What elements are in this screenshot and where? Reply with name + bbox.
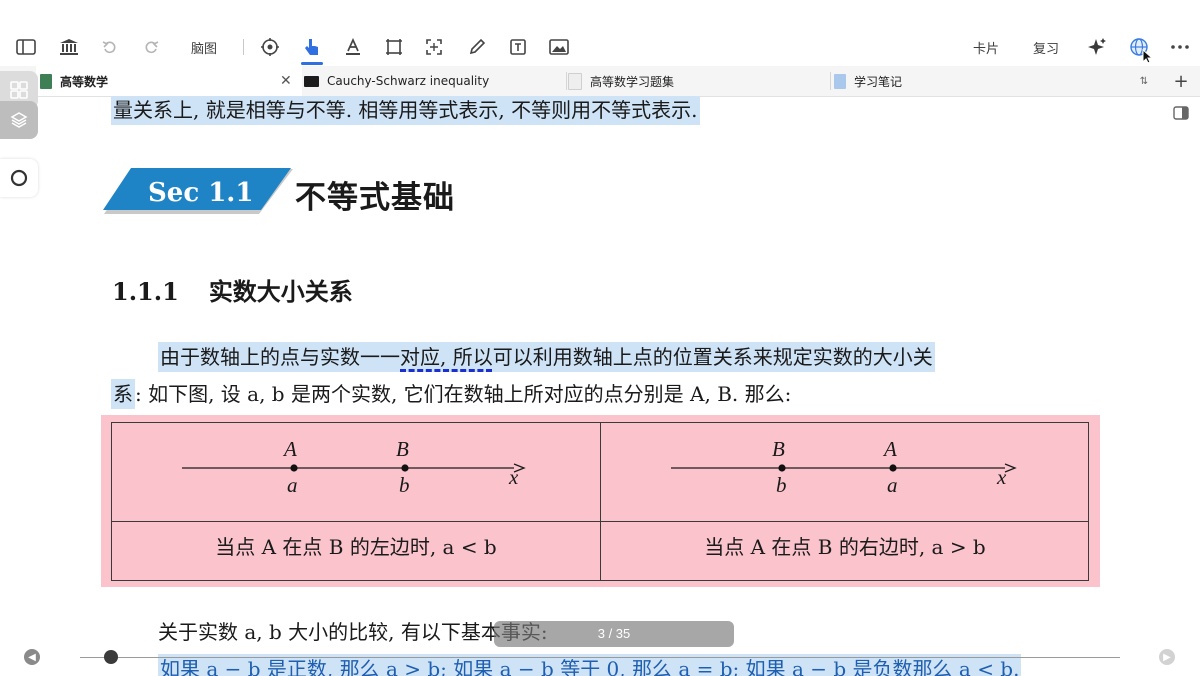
point-label-lower: b xyxy=(776,473,787,497)
redo-icon[interactable] xyxy=(141,34,161,60)
settings-cycle-icon[interactable] xyxy=(258,34,282,60)
tab-bar: 高等数学 ✕ Cauchy-Schwarz inequality 高等数学习题集… xyxy=(0,66,1200,97)
tab-cauchy-schwarz[interactable]: Cauchy-Schwarz inequality xyxy=(304,66,564,96)
number-line-right xyxy=(671,463,1017,473)
tab-notes[interactable]: 学习笔记 xyxy=(834,66,1094,96)
tab-exercises[interactable]: 高等数学习题集 xyxy=(568,66,828,96)
pen-icon[interactable] xyxy=(466,34,488,60)
section-badge: Sec 1.1 xyxy=(148,178,254,208)
tab-label: 高等数学习题集 xyxy=(590,74,675,89)
tab-divider xyxy=(830,72,831,90)
figure-caption-right: 当点 A 在点 B 的右边时, a > b xyxy=(704,535,986,559)
text-box-icon[interactable] xyxy=(507,34,529,60)
side-panel-icon[interactable] xyxy=(1172,104,1190,122)
wavy-underline-annotation[interactable] xyxy=(400,369,492,372)
mindmap-button[interactable]: 脑图 xyxy=(184,34,224,60)
hand-pointer-icon[interactable] xyxy=(299,34,325,65)
sidebar-toggle-icon[interactable] xyxy=(14,34,38,60)
tab-label: Cauchy-Schwarz inequality xyxy=(327,74,490,88)
document-icon xyxy=(834,73,846,89)
toolbar-divider xyxy=(243,39,244,55)
document-icon xyxy=(304,75,319,87)
subsection-title: 实数大小关系 xyxy=(208,278,353,306)
tab-label: 高等数学 xyxy=(60,74,109,89)
paragraph-line-3: 关于实数 a, b 大小的比较, 有以下基本事实: xyxy=(158,620,548,644)
text-highlight-icon[interactable] xyxy=(342,34,364,60)
point-label-upper: B xyxy=(396,437,409,461)
highlighted-text[interactable]: 由于数轴上的点与实数一一对应, 所以可以利用数轴上点的位置关系来规定实数的大小关 xyxy=(158,342,935,372)
document-icon xyxy=(568,72,582,90)
tab-label: 学习笔记 xyxy=(854,74,903,89)
image-icon[interactable] xyxy=(548,34,570,60)
tab-divider xyxy=(566,72,567,90)
highlighted-text[interactable]: 系 xyxy=(111,379,135,409)
point-label-lower: a xyxy=(887,473,898,497)
paragraph-line-1: 由于数轴上的点与实数一一对应, 所以可以利用数轴上点的位置关系来规定实数的大小关 xyxy=(158,341,935,372)
point-label-upper: B xyxy=(772,437,785,461)
mouse-cursor-icon xyxy=(1141,48,1153,64)
tab-sort-icon[interactable]: ⇅ xyxy=(1136,66,1152,96)
library-icon[interactable] xyxy=(57,34,81,60)
point-label-lower: a xyxy=(287,473,298,497)
page-progress-knob[interactable] xyxy=(104,650,118,664)
point-label-lower: b xyxy=(399,473,410,497)
paragraph-text: : 如下图, 设 a, b 是两个实数, 它们在数轴上所对应的点分别是 A, B… xyxy=(135,382,792,406)
tab-calculus[interactable]: 高等数学 ✕ xyxy=(36,66,302,96)
mindmap-label: 脑图 xyxy=(190,41,217,57)
axis-label: x xyxy=(997,465,1007,489)
toolbar: 脑图 卡片 复习 xyxy=(0,0,1200,66)
paragraph-line-2: 系: 如下图, 设 a, b 是两个实数, 它们在数轴上所对应的点分别是 A, … xyxy=(111,378,792,409)
ai-sparkle-icon[interactable] xyxy=(1085,34,1109,60)
paragraph-top: 量关系上, 就是相等与不等. 相等用等式表示, 不等则用不等式表示. xyxy=(111,96,700,125)
cards-button[interactable]: 卡片 xyxy=(968,34,1004,60)
figure-caption-left: 当点 A 在点 B 的左边时, a < b xyxy=(215,535,497,559)
number-line-left xyxy=(182,463,526,473)
page-progress-track[interactable] xyxy=(80,657,1120,658)
crop-frame-icon[interactable] xyxy=(383,34,405,60)
subsection-heading: 1.1.1 实数大小关系 xyxy=(112,272,353,307)
cards-label: 卡片 xyxy=(972,41,999,57)
section-title: 不等式基础 xyxy=(295,180,455,216)
more-icon[interactable] xyxy=(1168,34,1192,60)
next-page-icon[interactable]: ▶ xyxy=(1159,649,1175,665)
expand-icon[interactable] xyxy=(423,34,445,60)
undo-icon[interactable] xyxy=(100,34,120,60)
figure-table: A B a b x B A b a x 当点 A 在点 B 的左边时, a < … xyxy=(111,422,1089,581)
review-button[interactable]: 复习 xyxy=(1028,34,1064,60)
previous-page-icon[interactable]: ◀ xyxy=(24,649,40,665)
document-icon xyxy=(40,73,52,89)
point-label-upper: A xyxy=(284,437,297,461)
close-icon[interactable]: ✕ xyxy=(280,73,292,89)
figure-divider xyxy=(112,521,1088,522)
add-tab-icon[interactable]: + xyxy=(1172,66,1190,96)
highlighted-text[interactable]: 量关系上, 就是相等与不等. 相等用等式表示, 不等则用不等式表示. xyxy=(111,96,700,125)
point-label-upper: A xyxy=(884,437,897,461)
number-line-figure[interactable]: A B a b x B A b a x 当点 A 在点 B 的左边时, a < … xyxy=(101,415,1100,587)
subsection-number: 1.1.1 xyxy=(112,277,179,306)
document-page: 量关系上, 就是相等与不等. 相等用等式表示, 不等则用不等式表示. Sec 1… xyxy=(0,96,1160,676)
page-indicator: 3 / 35 xyxy=(494,621,734,647)
review-label: 复习 xyxy=(1032,41,1059,57)
axis-label: x xyxy=(509,465,519,489)
